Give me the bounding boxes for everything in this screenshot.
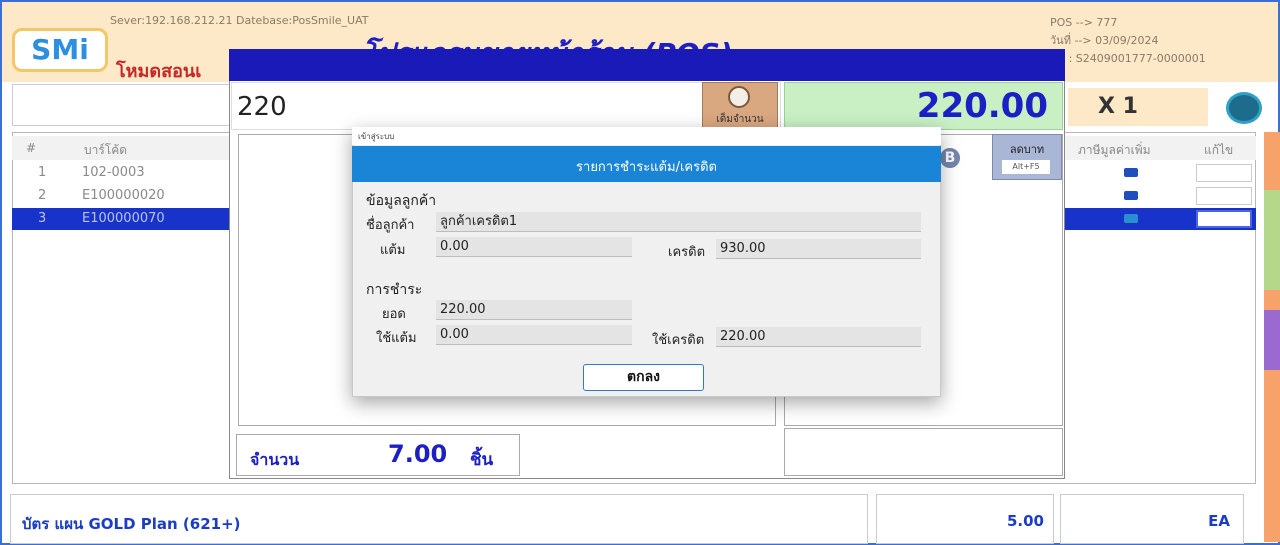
points-field: 0.00 [436, 237, 632, 257]
use-points-field[interactable]: 0.00 [436, 325, 632, 345]
customer-section-title: ข้อมูลลูกค้า [366, 193, 437, 209]
amount-field: 220.00 [436, 300, 632, 320]
barcode-search-input[interactable] [12, 84, 230, 126]
amount-label: ยอด [382, 307, 406, 322]
pos-info: POS --> 777 วันที่ --> 03/09/2024 BB : S… [1050, 14, 1278, 68]
vat-indicator-icon [1124, 214, 1138, 223]
row-number: 2 [38, 188, 47, 203]
row-number: 1 [38, 165, 47, 180]
dialog-window-title: เข้าสู่ระบบ [358, 132, 395, 141]
sync-icon[interactable] [1226, 92, 1262, 124]
payment-amount-input[interactable] [231, 82, 781, 130]
column-header-number: # [26, 141, 37, 155]
smi-logo: SMi [12, 28, 108, 72]
item-count-unit: ชิ้น [470, 450, 494, 470]
row-number: 3 [38, 211, 47, 226]
column-header-barcode: บาร์โค้ด [84, 143, 128, 157]
dialog-titlebar [352, 127, 941, 145]
total-amount: 220.00 [916, 86, 1048, 126]
pos-date: วันที่ --> 03/09/2024 [1050, 34, 1159, 47]
baht-icon: B [938, 146, 962, 170]
credit-field: 930.00 [716, 239, 921, 259]
customer-name-label: ชื่อลูกค้า [366, 218, 415, 233]
edit-cell[interactable] [1196, 187, 1252, 205]
baht-discount-label: ลดบาท [1009, 143, 1045, 156]
points-label: แต้ม [380, 243, 406, 258]
use-points-label: ใช้แต้ม [376, 331, 417, 346]
payment-footer-box [784, 428, 1063, 476]
server-info: Sever:192.168.212.21 Datebase:PosSmile_U… [110, 14, 369, 27]
item-count-value: 7.00 [388, 440, 448, 468]
edit-cell[interactable] [1196, 210, 1252, 228]
side-toolbar-button[interactable] [1264, 310, 1280, 370]
side-toolbar-button[interactable] [1264, 190, 1280, 290]
baht-discount-hotkey: Alt+F5 [1002, 160, 1050, 174]
product-unit: EA [1208, 512, 1230, 530]
use-credit-field[interactable]: 220.00 [716, 327, 921, 347]
payment-amount-value: 220 [237, 92, 287, 122]
pos-number: POS --> 777 [1050, 16, 1118, 29]
credit-label: เครดิต [668, 245, 706, 260]
row-barcode: E100000020 [82, 188, 165, 203]
product-name: บัตร แผน GOLD Plan (621+) [22, 515, 241, 533]
vat-indicator-icon [1124, 191, 1138, 200]
column-header-vat: ภาษีมูลค่าเพิ่ม [1078, 143, 1151, 157]
payment-panel-titlebar [229, 49, 1065, 81]
row-barcode: 102-0003 [82, 165, 145, 180]
pos-bill-number: BB : S2409001777-0000001 [1050, 52, 1206, 65]
payment-section-title: การชำระ [366, 282, 423, 298]
product-qty: 5.00 [1006, 512, 1044, 530]
quantity-multiplier[interactable]: X 1 [1068, 88, 1208, 126]
row-barcode: E100000070 [82, 211, 165, 226]
mode-label: โหมดสอนเ [116, 61, 202, 82]
use-credit-label: ใช้เครดิต [652, 333, 705, 348]
ok-button[interactable]: ตกลง [583, 364, 704, 391]
database-icon [728, 86, 750, 108]
full-amount-label: เต็มจำนวน [716, 114, 764, 125]
column-header-edit: แก้ไข [1204, 143, 1234, 157]
customer-name-field: ลูกค้าเครดิต1 [436, 212, 921, 232]
vat-indicator-icon [1124, 168, 1138, 177]
edit-cell[interactable] [1196, 164, 1252, 182]
item-count-label: จำนวน [250, 450, 300, 469]
dialog-header-title: รายการชำระแต้ม/เครดิต [576, 160, 717, 175]
